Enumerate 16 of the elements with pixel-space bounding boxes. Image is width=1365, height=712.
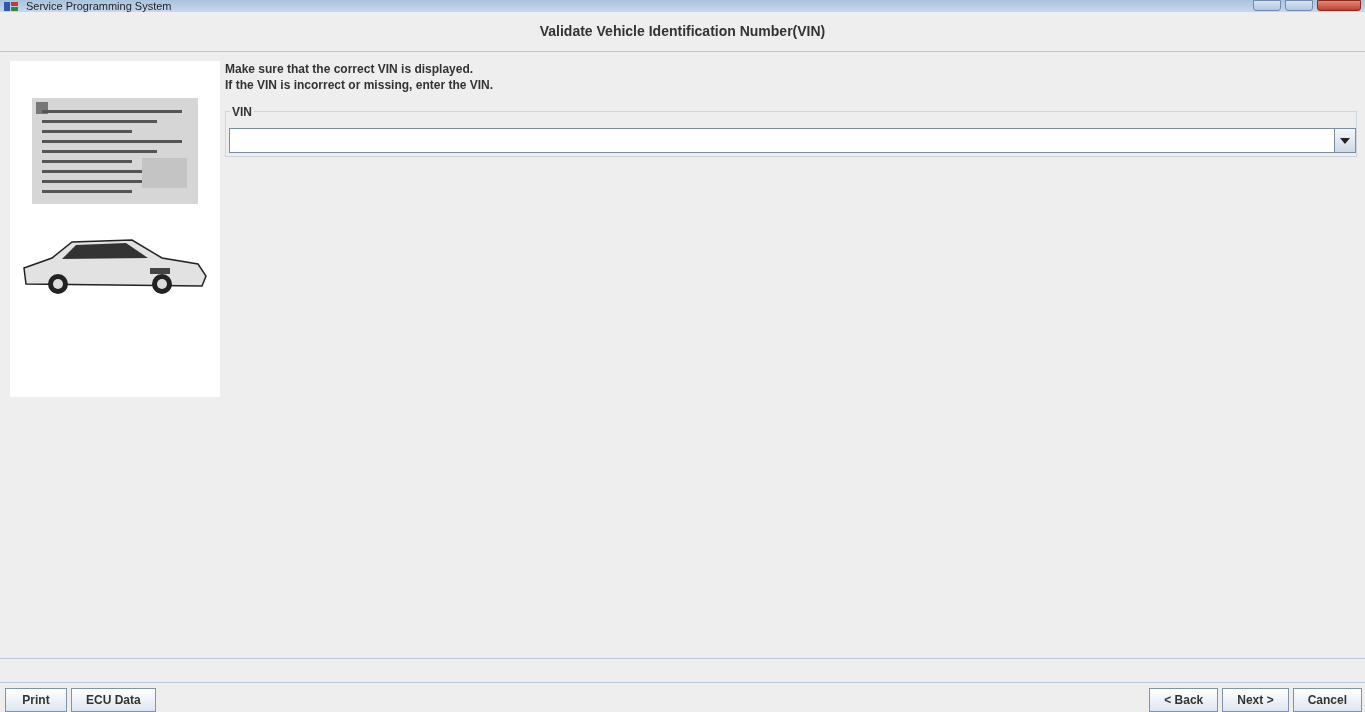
caret-icon xyxy=(1340,137,1350,144)
page-heading: Validate Vehicle Identification Number(VIN) xyxy=(539,22,826,41)
minimize-button[interactable] xyxy=(1253,0,1281,11)
instruction-text: If the VIN is incorrect or missing, enter the VIN. xyxy=(225,77,495,93)
instruction-text: Make sure that the correct VIN is displayed. xyxy=(225,61,475,77)
close-button[interactable] xyxy=(1317,0,1361,11)
dialog-button[interactable]: ECU Data xyxy=(71,688,156,712)
window-title: Service Programming System xyxy=(26,0,172,12)
dialog-button[interactable]: Cancel xyxy=(1292,688,1362,712)
dialog-button[interactable]: < Back xyxy=(1149,688,1219,712)
restore-button[interactable] xyxy=(1285,0,1313,11)
group-label: VIN xyxy=(230,105,254,119)
dropdown-button[interactable] xyxy=(1334,129,1355,152)
dialog-button[interactable]: Next > xyxy=(1222,688,1289,712)
app-icon xyxy=(4,0,18,12)
dialog-button[interactable]: Print xyxy=(5,688,67,712)
